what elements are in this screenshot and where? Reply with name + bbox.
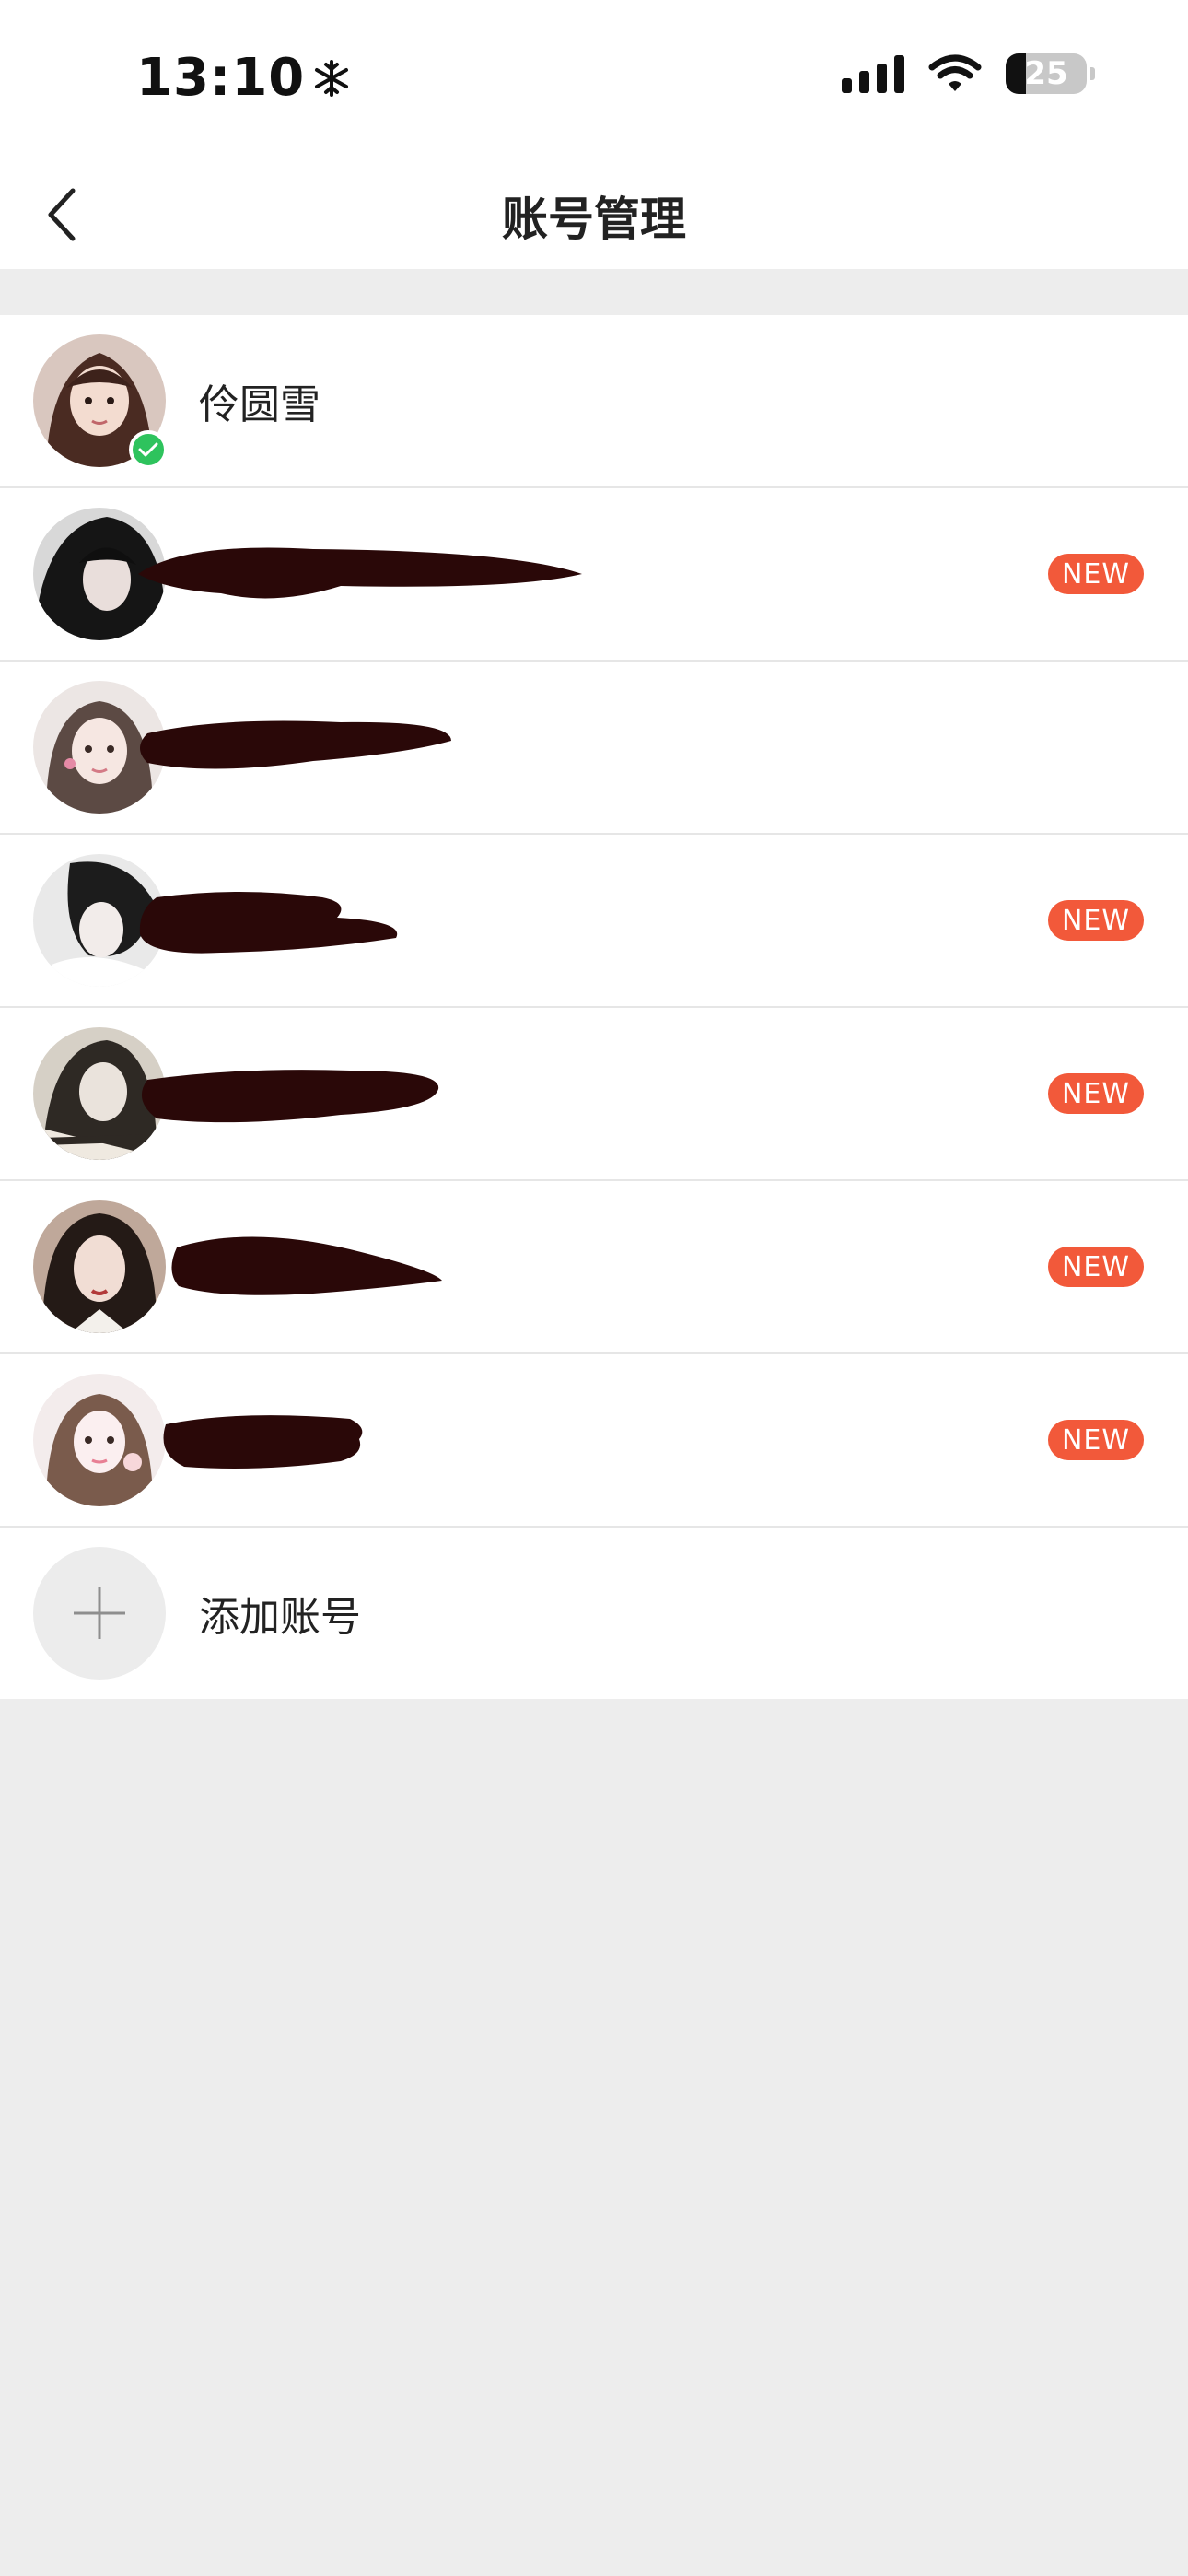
account-row[interactable]: NEW: [0, 1181, 1188, 1354]
account-row[interactable]: NEW: [0, 1008, 1188, 1181]
account-row[interactable]: [0, 662, 1188, 835]
redaction-mark: [163, 1415, 363, 1469]
redaction-mark: [171, 1236, 442, 1295]
check-icon: [138, 442, 158, 457]
cellular-signal-icon: [842, 54, 904, 93]
status-time: 13:10: [136, 48, 306, 108]
wifi-icon: [928, 54, 982, 91]
add-account-button[interactable]: [33, 1547, 166, 1680]
add-account-row[interactable]: 添加账号: [0, 1528, 1188, 1699]
battery-icon: 25: [1006, 53, 1095, 94]
account-name: 伶圆雪: [199, 381, 320, 428]
current-account-check: [129, 430, 168, 469]
snowflake-icon: [315, 59, 349, 97]
new-badge: NEW: [1048, 554, 1144, 594]
account-row[interactable]: NEW: [0, 1354, 1188, 1528]
account-list: 伶圆雪 NEW NEW NEW NEW NEW 添加账号: [0, 315, 1188, 1699]
status-time-group: 13:10: [136, 48, 351, 108]
account-row[interactable]: NEW: [0, 835, 1188, 1008]
redaction-mark: [141, 1070, 439, 1123]
nav-bar: 账号管理: [0, 157, 1188, 269]
avatar: [33, 334, 168, 469]
add-account-label: 添加账号: [199, 1594, 361, 1641]
redaction-mark: [140, 720, 451, 769]
page-title: 账号管理: [502, 193, 686, 246]
plus-icon: [74, 1587, 125, 1639]
redaction-mark: [139, 892, 398, 954]
account-row-current[interactable]: 伶圆雪: [0, 315, 1188, 488]
new-badge: NEW: [1048, 900, 1144, 941]
status-indicators: 25: [842, 53, 1095, 94]
new-badge: NEW: [1048, 1247, 1144, 1287]
account-row[interactable]: NEW: [0, 488, 1188, 662]
redaction-mark: [138, 547, 582, 599]
status-bar: 13:10 25: [0, 0, 1188, 157]
battery-level: 25: [1024, 55, 1068, 92]
new-badge: NEW: [1048, 1073, 1144, 1114]
new-badge: NEW: [1048, 1420, 1144, 1460]
